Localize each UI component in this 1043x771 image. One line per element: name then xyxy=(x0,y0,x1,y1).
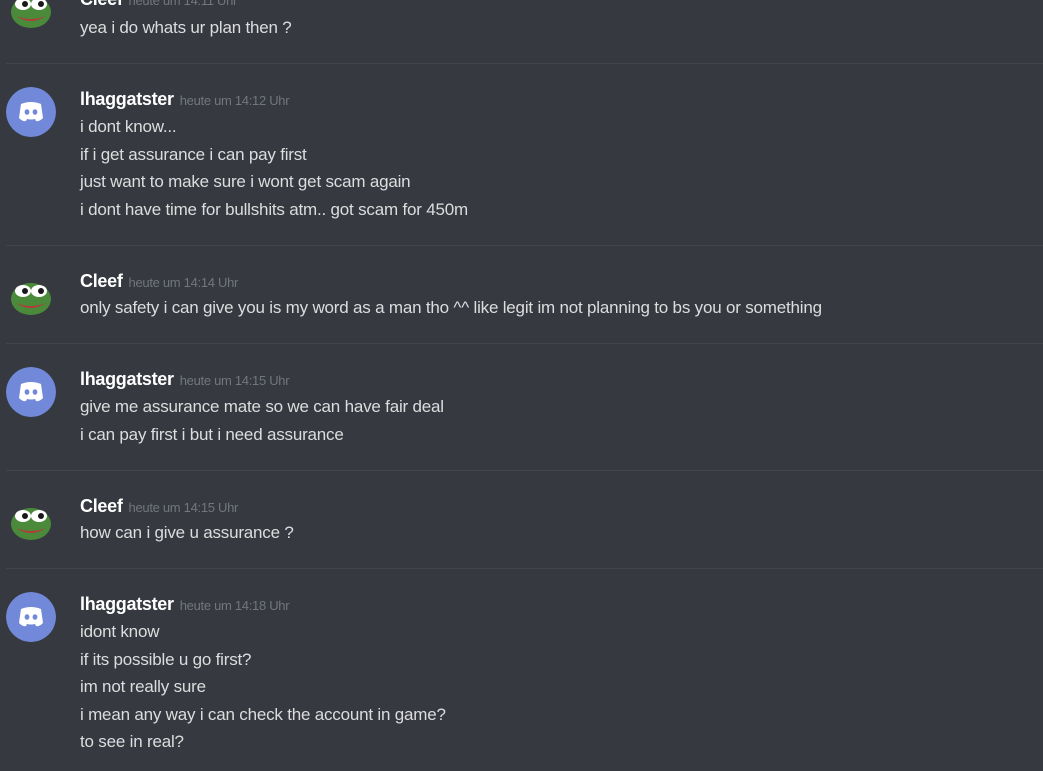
message-divider xyxy=(6,63,1043,64)
message-text: idont know xyxy=(80,622,160,641)
user-avatar[interactable] xyxy=(6,367,56,417)
timestamp: heute um 14:18 Uhr xyxy=(179,598,290,613)
username[interactable]: lhaggatster xyxy=(80,369,174,389)
username[interactable]: lhaggatster xyxy=(80,89,174,109)
username[interactable]: Cleef xyxy=(80,271,123,291)
pepe-frog-icon xyxy=(6,269,56,319)
user-avatar[interactable] xyxy=(6,0,56,32)
message-text: i dont know... xyxy=(80,117,177,136)
message-header: Cleef heute um 14:11 Uhr xyxy=(80,0,237,11)
message-header: lhaggatster heute um 14:18 Uhr xyxy=(80,594,290,616)
chat-messages: Cleef heute um 14:11 Uhr yea i do whats u… xyxy=(0,0,1043,771)
message-divider xyxy=(6,568,1043,569)
message-header: Cleef heute um 14:14 Uhr xyxy=(80,271,238,293)
message-text: give me assurance mate so we can have fa… xyxy=(80,397,444,416)
message-text: to see in real? xyxy=(80,732,184,751)
username[interactable]: Cleef xyxy=(80,0,123,9)
message-divider xyxy=(6,245,1043,246)
pepe-frog-icon xyxy=(6,0,56,32)
message-text: i dont have time for bullshits atm.. got… xyxy=(80,200,468,219)
message-text: if i get assurance i can pay first xyxy=(80,145,307,164)
message-header: lhaggatster heute um 14:12 Uhr xyxy=(80,89,290,111)
message-text: if its possible u go first? xyxy=(80,650,252,669)
timestamp: heute um 14:15 Uhr xyxy=(179,373,290,388)
message-text: im not really sure xyxy=(80,677,206,696)
message-text: i can pay first i but i need assurance xyxy=(80,425,344,444)
message-text: yea i do whats ur plan then ? xyxy=(80,18,292,37)
user-avatar[interactable] xyxy=(6,87,56,137)
pepe-frog-icon xyxy=(6,494,56,544)
message-text: i mean any way i can check the account i… xyxy=(80,705,446,724)
discord-default-avatar-icon xyxy=(6,367,56,417)
message-text: just want to make sure i wont get scam a… xyxy=(80,172,411,191)
user-avatar[interactable] xyxy=(6,494,56,544)
timestamp: heute um 14:11 Uhr xyxy=(128,0,238,8)
username[interactable]: Cleef xyxy=(80,496,123,516)
message-text: how can i give u assurance ? xyxy=(80,523,294,542)
message-header: lhaggatster heute um 14:15 Uhr xyxy=(80,369,290,391)
timestamp: heute um 14:12 Uhr xyxy=(179,93,290,108)
message-divider xyxy=(6,343,1043,344)
discord-default-avatar-icon xyxy=(6,592,56,642)
user-avatar[interactable] xyxy=(6,592,56,642)
timestamp: heute um 14:14 Uhr xyxy=(128,275,239,290)
message-divider xyxy=(6,470,1043,471)
message-header: Cleef heute um 14:15 Uhr xyxy=(80,496,238,518)
user-avatar[interactable] xyxy=(6,269,56,319)
discord-default-avatar-icon xyxy=(6,87,56,137)
timestamp: heute um 14:15 Uhr xyxy=(128,500,239,515)
message-text: only safety i can give you is my word as… xyxy=(80,298,822,317)
username[interactable]: lhaggatster xyxy=(80,594,174,614)
